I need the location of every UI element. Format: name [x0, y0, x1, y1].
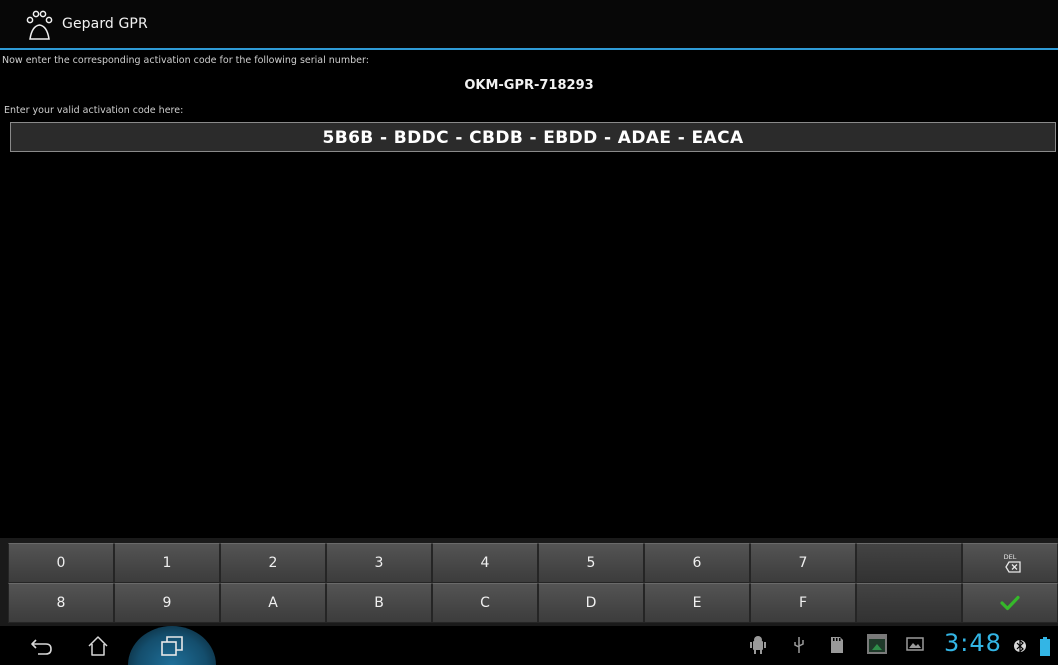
key-label: E — [692, 595, 702, 611]
screenshot-icon — [867, 634, 887, 654]
serial-prompt: Now enter the corresponding activation c… — [2, 55, 369, 66]
key-label: 5 — [586, 555, 596, 571]
key-label: 2 — [268, 555, 278, 571]
key-9[interactable]: 9 — [114, 583, 220, 623]
android-debug-icon — [750, 636, 766, 654]
sd-card-icon — [831, 637, 843, 653]
activation-code-field[interactable]: 5B6B - BDDC - CBDB - EBDD - ADAE - EACA — [10, 122, 1056, 152]
key-label: 8 — [56, 595, 66, 611]
usb-icon — [794, 637, 804, 653]
key-2[interactable]: 2 — [220, 543, 326, 583]
activation-code-value: 5B6B - BDDC - CBDB - EBDD - ADAE - EACA — [322, 128, 744, 148]
key-a[interactable]: A — [220, 583, 326, 623]
key-label: 3 — [374, 555, 384, 571]
key-0[interactable]: 0 — [8, 543, 114, 583]
key-blank-1 — [856, 543, 962, 583]
key-c[interactable]: C — [432, 583, 538, 623]
screen: Gepard GPR Now enter the corresponding a… — [0, 0, 1058, 665]
del-label: DEL — [1004, 553, 1017, 561]
key-label: A — [268, 595, 278, 611]
key-5[interactable]: 5 — [538, 543, 644, 583]
key-1[interactable]: 1 — [114, 543, 220, 583]
checkmark-icon — [1000, 595, 1020, 611]
key-d[interactable]: D — [538, 583, 644, 623]
key-6[interactable]: 6 — [644, 543, 750, 583]
code-prompt: Enter your valid activation code here: — [4, 105, 184, 116]
backspace-icon: DEL — [1004, 553, 1021, 573]
key-label: 6 — [692, 555, 702, 571]
key-label: 1 — [162, 555, 172, 571]
key-8[interactable]: 8 — [8, 583, 114, 623]
clock: 3:48 — [944, 629, 1002, 657]
key-label: 0 — [56, 555, 66, 571]
keypad: 0 1 2 3 4 5 6 7 DEL 8 9 A B C D E F — [0, 538, 1058, 626]
paw-icon — [26, 10, 53, 40]
key-4[interactable]: 4 — [432, 543, 538, 583]
battery-icon — [1040, 637, 1050, 656]
serial-number: OKM-GPR-718293 — [464, 78, 594, 93]
home-button[interactable] — [76, 626, 120, 665]
key-b[interactable]: B — [326, 583, 432, 623]
confirm-button[interactable] — [962, 583, 1058, 623]
action-bar: Gepard GPR — [0, 0, 1058, 50]
key-blank-2 — [856, 583, 962, 623]
recent-apps-button[interactable] — [150, 626, 194, 665]
key-label: C — [480, 595, 490, 611]
key-label: D — [585, 595, 597, 611]
back-button[interactable] — [20, 626, 64, 665]
bluetooth-icon — [1014, 639, 1026, 653]
gallery-icon — [906, 637, 924, 651]
back-icon — [31, 638, 52, 655]
key-label: 7 — [798, 555, 808, 571]
recent-apps-icon — [161, 635, 183, 656]
key-e[interactable]: E — [644, 583, 750, 623]
key-label: 9 — [162, 595, 172, 611]
key-7[interactable]: 7 — [750, 543, 856, 583]
key-f[interactable]: F — [750, 583, 856, 623]
key-label: B — [374, 595, 384, 611]
key-label: 4 — [480, 555, 490, 571]
key-label: F — [798, 595, 808, 611]
delete-button[interactable]: DEL — [962, 543, 1058, 583]
home-icon — [88, 635, 108, 656]
app-title: Gepard GPR — [62, 16, 148, 32]
key-3[interactable]: 3 — [326, 543, 432, 583]
